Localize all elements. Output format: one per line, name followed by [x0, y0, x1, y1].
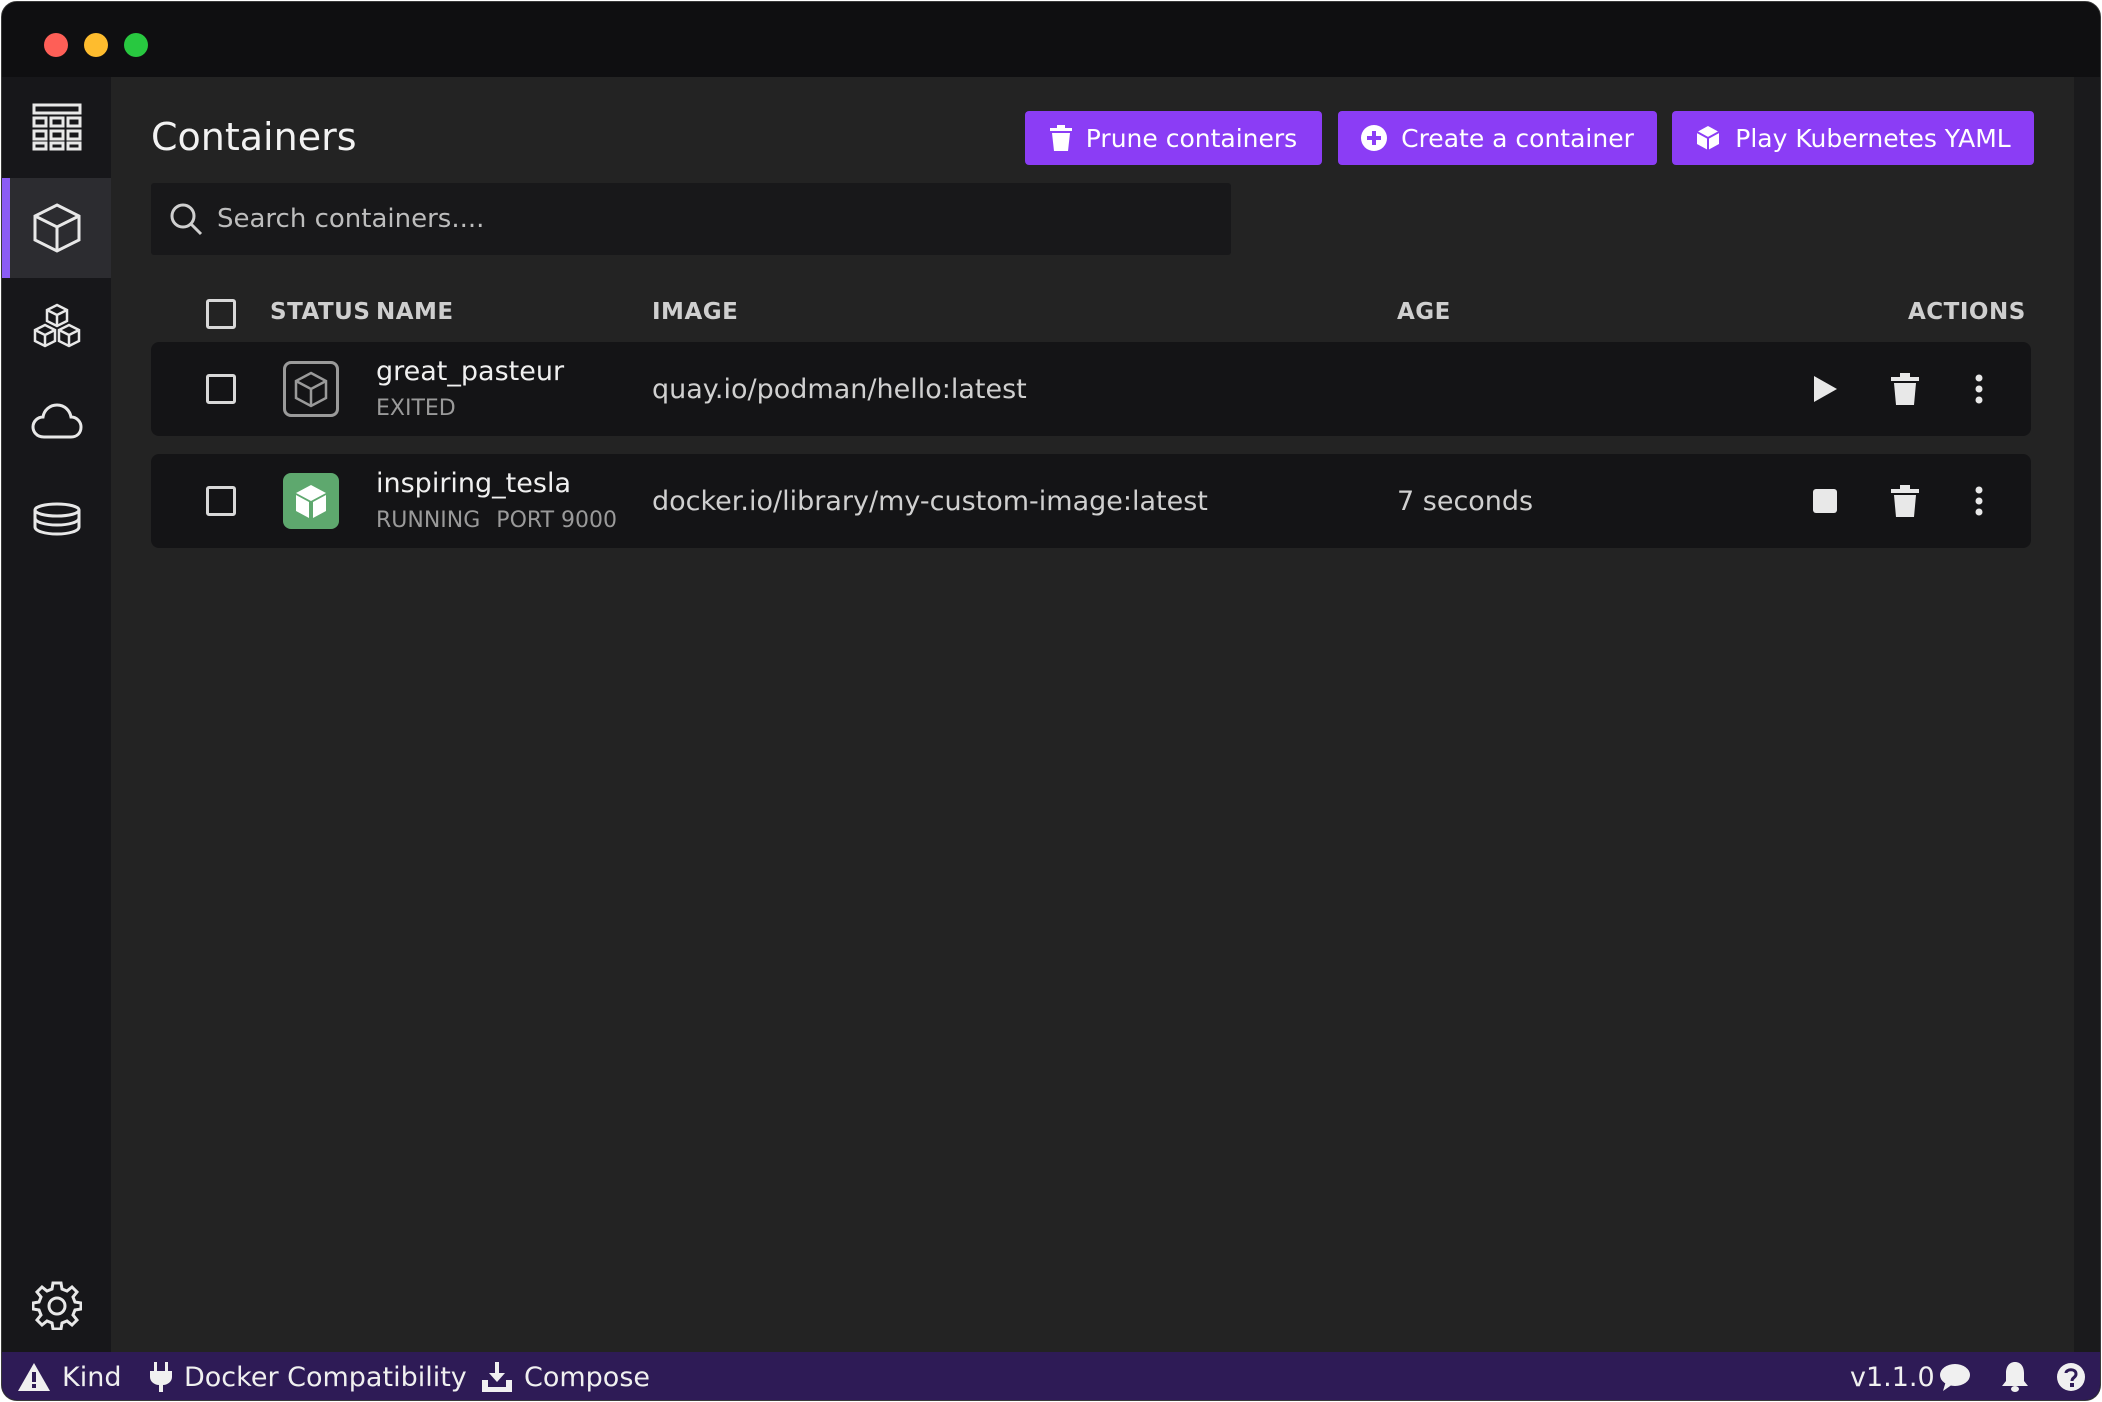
- play-icon: [1814, 376, 1837, 402]
- play-kubernetes-yaml-label: Play Kubernetes YAML: [1735, 123, 2011, 153]
- sidebar-item-pods[interactable]: [2, 277, 111, 377]
- container-port[interactable]: PORT 9000: [496, 508, 617, 533]
- row-checkbox[interactable]: [206, 374, 236, 404]
- dashboard-icon: [32, 103, 81, 151]
- statusbar-docker-label: Docker Compatibility: [184, 1361, 467, 1393]
- column-header-age[interactable]: AGE: [1397, 299, 1451, 325]
- help-button[interactable]: [2057, 1352, 2085, 1400]
- status-exited-icon: [283, 361, 339, 417]
- cube-icon: [296, 485, 326, 518]
- column-header-name[interactable]: NAME: [376, 299, 454, 325]
- plug-icon: [150, 1362, 172, 1392]
- sidebar: [2, 77, 111, 1352]
- statusbar-version[interactable]: v1.1.0: [1850, 1352, 1935, 1400]
- play-kubernetes-yaml-button[interactable]: Play Kubernetes YAML: [1672, 111, 2034, 165]
- statusbar-kind[interactable]: Kind: [18, 1352, 122, 1400]
- maximize-window-button[interactable]: [124, 33, 148, 57]
- column-header-actions: ACTIONS: [1908, 299, 2026, 325]
- container-state: EXITED: [376, 396, 456, 421]
- chat-bubble-icon: [1940, 1364, 1970, 1391]
- kebab-menu-button[interactable]: [1962, 372, 1996, 406]
- help-icon: [2057, 1363, 2085, 1391]
- close-window-button[interactable]: [44, 33, 68, 57]
- pods-icon: [33, 303, 80, 348]
- table-row[interactable]: great_pasteur EXITED quay.io/podman/hell…: [151, 342, 2031, 436]
- app-window: Containers Prune containers Create a con…: [1, 1, 2101, 1401]
- trash-icon: [1891, 485, 1919, 517]
- titlebar: [2, 2, 2100, 77]
- sidebar-item-containers[interactable]: [2, 178, 111, 278]
- delete-container-button[interactable]: [1888, 372, 1922, 406]
- kebab-menu-icon: [1975, 486, 1983, 516]
- sidebar-item-volumes[interactable]: [2, 469, 111, 569]
- page-title: Containers: [151, 115, 357, 159]
- notifications-button[interactable]: [2002, 1352, 2028, 1400]
- container-state: RUNNING: [376, 508, 481, 533]
- version-label: v1.1.0: [1850, 1361, 1935, 1393]
- trash-icon: [1049, 125, 1072, 151]
- kebab-menu-icon: [1975, 374, 1983, 404]
- plus-circle-icon: [1361, 125, 1388, 151]
- feedback-button[interactable]: [1940, 1352, 1970, 1400]
- create-container-label: Create a container: [1401, 123, 1634, 153]
- delete-container-button[interactable]: [1888, 484, 1922, 518]
- status-running-icon: [283, 473, 339, 529]
- status-bar: Kind Docker Compatibility Compose v1.1.0: [2, 1352, 2100, 1400]
- cube-icon: [1696, 126, 1720, 150]
- warning-icon: [18, 1363, 50, 1391]
- statusbar-kind-label: Kind: [62, 1361, 122, 1393]
- main-content: Containers Prune containers Create a con…: [111, 77, 2074, 1352]
- sidebar-item-dashboard[interactable]: [2, 77, 111, 177]
- statusbar-docker-compatibility[interactable]: Docker Compatibility: [150, 1352, 467, 1400]
- select-all-checkbox[interactable]: [206, 299, 236, 329]
- container-status-line: RUNNING PORT 9000: [376, 508, 617, 533]
- cube-icon: [294, 371, 328, 408]
- row-checkbox[interactable]: [206, 486, 236, 516]
- gear-icon: [31, 1281, 82, 1330]
- statusbar-compose-label: Compose: [524, 1361, 651, 1393]
- statusbar-compose[interactable]: Compose: [482, 1352, 651, 1400]
- bell-icon: [2002, 1362, 2028, 1392]
- trash-icon: [1891, 373, 1919, 405]
- download-icon: [482, 1362, 512, 1392]
- table-row[interactable]: inspiring_tesla RUNNING PORT 9000 docker…: [151, 454, 2031, 548]
- kebab-menu-button[interactable]: [1962, 484, 1996, 518]
- container-age: 7 seconds: [1397, 486, 1534, 517]
- search-icon: [170, 203, 203, 236]
- cube-icon: [33, 203, 80, 253]
- create-container-button[interactable]: Create a container: [1338, 111, 1657, 165]
- stop-icon: [1813, 489, 1837, 513]
- sidebar-item-settings[interactable]: [2, 1255, 111, 1355]
- prune-containers-button[interactable]: Prune containers: [1025, 111, 1322, 165]
- container-image: docker.io/library/my-custom-image:latest: [652, 486, 1208, 517]
- minimize-window-button[interactable]: [84, 33, 108, 57]
- cloud-icon: [30, 403, 83, 439]
- container-name[interactable]: inspiring_tesla: [376, 468, 571, 499]
- database-icon: [33, 502, 80, 536]
- column-header-image[interactable]: IMAGE: [652, 299, 738, 325]
- sidebar-item-images[interactable]: [2, 371, 111, 471]
- container-status-line: EXITED: [376, 396, 456, 421]
- container-image: quay.io/podman/hello:latest: [652, 374, 1027, 405]
- stop-container-button[interactable]: [1808, 484, 1842, 518]
- search-input[interactable]: [217, 204, 1117, 234]
- container-name[interactable]: great_pasteur: [376, 356, 564, 387]
- search-bar: [151, 183, 1231, 255]
- column-header-status[interactable]: STATUS: [270, 299, 370, 325]
- scrollbar[interactable]: [2074, 77, 2100, 1352]
- prune-containers-label: Prune containers: [1085, 123, 1298, 153]
- start-container-button[interactable]: [1808, 372, 1842, 406]
